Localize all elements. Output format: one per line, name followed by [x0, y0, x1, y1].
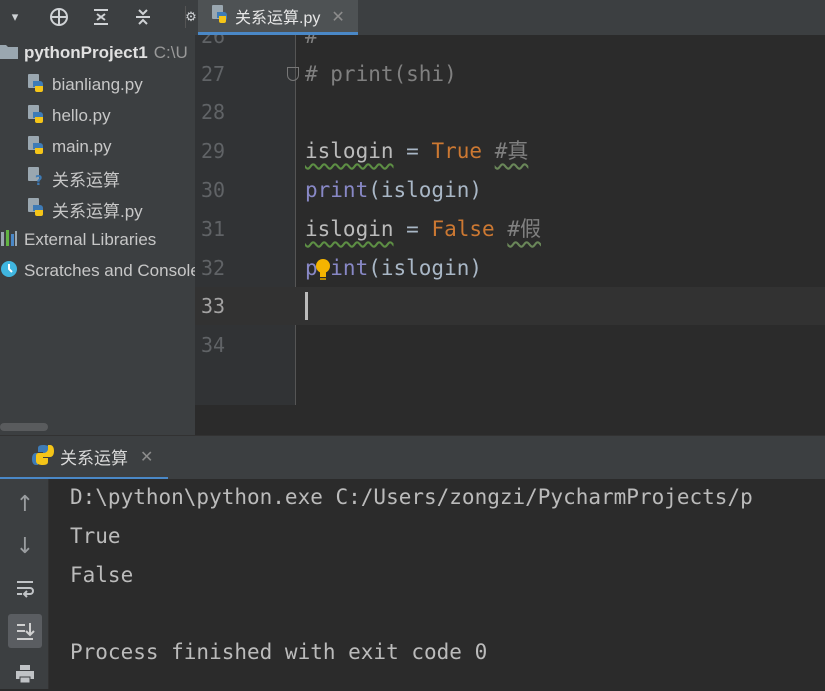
code-line[interactable]: 29 islogin = True #真 [195, 132, 825, 170]
scratches-icon [0, 260, 18, 283]
code-line[interactable]: 27 # print(shi) [195, 55, 825, 93]
text-caret [305, 292, 308, 320]
top-toolbar: ▾ ⚙ 关系运算.py ✕ [0, 0, 825, 36]
soft-wrap-icon[interactable] [8, 571, 42, 605]
line-number: 29 [201, 139, 226, 163]
code-text: # print(shi) [305, 62, 457, 86]
code-text: islogin = False #假 [305, 210, 541, 248]
collapse-all-icon[interactable] [130, 4, 156, 30]
tree-label: Scratches and Consoles [24, 261, 195, 280]
project-root-path: C:\U [153, 43, 188, 62]
comment-token: #假 [507, 217, 541, 241]
code-line[interactable]: 31 islogin = False #假 [195, 210, 825, 248]
close-icon[interactable]: ✕ [331, 7, 344, 26]
editor-tab-active[interactable]: 关系运算.py ✕ [198, 0, 358, 35]
code-line[interactable]: 30 print(islogin) [195, 171, 825, 209]
up-arrow-icon[interactable]: ↑ [8, 487, 42, 521]
line-number: 27 [201, 62, 226, 86]
variable-token: islogin [305, 139, 394, 163]
line-number: 28 [201, 100, 226, 124]
console-output[interactable]: D:\python\python.exe C:/Users/zongzi/Pyc… [49, 479, 825, 689]
tree-file-main[interactable]: main.py [26, 133, 112, 161]
unknown-file-icon: ? [26, 166, 46, 191]
fold-marker-icon[interactable] [287, 67, 299, 81]
locate-icon[interactable] [46, 4, 72, 30]
console-line: False [70, 563, 134, 587]
args-token: (islogin) [368, 178, 483, 202]
tree-file-unknown[interactable]: ? 关系运算 [26, 164, 120, 192]
code-line[interactable]: 28 [195, 93, 825, 131]
line-number: 26 [201, 35, 226, 48]
run-toolbar: ↑ ↓ [0, 479, 49, 689]
tree-file-label: 关系运算.py [52, 201, 143, 221]
print-icon[interactable] [8, 657, 42, 691]
expand-all-icon[interactable] [88, 4, 114, 30]
operator-token: = [393, 217, 432, 241]
line-number: 32 [201, 256, 226, 280]
run-panel-header: 关系运算 ✕ [0, 435, 825, 480]
operator-token: = [393, 139, 432, 163]
tree-file-label: main.py [52, 137, 112, 156]
tree-scratches[interactable]: Scratches and Consoles [0, 257, 195, 285]
horizontal-scrollbar[interactable] [0, 420, 195, 434]
code-line[interactable]: 34 [195, 326, 825, 364]
python-file-icon [210, 4, 230, 28]
tree-external-libraries[interactable]: External Libraries [0, 226, 156, 254]
comment-token: #真 [494, 139, 529, 163]
tree-file-guanxi[interactable]: 关系运算.py [26, 195, 143, 223]
svg-text:?: ? [35, 174, 43, 186]
tree-file-label: 关系运算 [52, 170, 120, 190]
code-text: print(islogin) [305, 249, 482, 287]
project-root-name: pythonProject1 [24, 43, 148, 62]
python-file-icon [26, 197, 46, 222]
scroll-to-end-icon[interactable] [8, 614, 42, 648]
code-text: islogin = True #真 [305, 132, 528, 170]
tree-file-label: bianliang.py [52, 75, 143, 94]
editor-bottom-area [195, 405, 825, 435]
lightbulb-icon[interactable] [315, 256, 331, 284]
tree-file-hello[interactable]: hello.py [26, 102, 111, 130]
library-icon [0, 229, 18, 252]
code-line-current[interactable]: 33 [195, 287, 825, 325]
code-editor[interactable]: 26 # 27 # print(shi) 28 29 islogin = Tru… [195, 35, 825, 405]
python-file-icon [26, 104, 46, 129]
editor-tab-label: 关系运算.py [235, 10, 321, 27]
project-root[interactable]: pythonProject1 C:\U [0, 39, 188, 67]
line-number: 31 [201, 217, 226, 241]
code-text: # [305, 35, 318, 48]
console-line: Process finished with exit code 0 [70, 640, 488, 664]
settings-icon[interactable]: ⚙ [186, 4, 196, 30]
close-icon[interactable]: ✕ [140, 447, 153, 466]
run-tab-label: 关系运算 [60, 449, 128, 468]
variable-token: islogin [305, 217, 394, 241]
code-line[interactable]: 32 print(islogin) [195, 249, 825, 287]
project-panel: pythonProject1 C:\U bianliang.py hello.p… [0, 35, 195, 435]
tree-file-label: hello.py [52, 106, 111, 125]
python-file-icon [26, 135, 46, 160]
python-file-icon [26, 73, 46, 98]
tree-file-bianliang[interactable]: bianliang.py [26, 71, 143, 99]
builtin-token: print [305, 178, 369, 202]
console-line: D:\python\python.exe C:/Users/zongzi/Pyc… [70, 485, 753, 509]
console-line: True [70, 524, 121, 548]
boolean-token: False [431, 217, 495, 241]
dropdown-icon[interactable]: ▾ [2, 4, 28, 30]
folder-icon [0, 43, 18, 64]
code-text: print(islogin) [305, 171, 482, 209]
run-tab[interactable]: 关系运算 ✕ [0, 436, 168, 480]
python-icon [32, 444, 54, 470]
tree-label: External Libraries [24, 230, 157, 249]
boolean-token: True [431, 139, 483, 163]
down-arrow-icon[interactable]: ↓ [8, 529, 42, 563]
line-number: 34 [201, 333, 226, 357]
line-number: 30 [201, 178, 226, 202]
args-token: (islogin) [368, 256, 483, 280]
code-line[interactable]: 26 # [195, 35, 825, 55]
line-number: 33 [201, 294, 226, 318]
